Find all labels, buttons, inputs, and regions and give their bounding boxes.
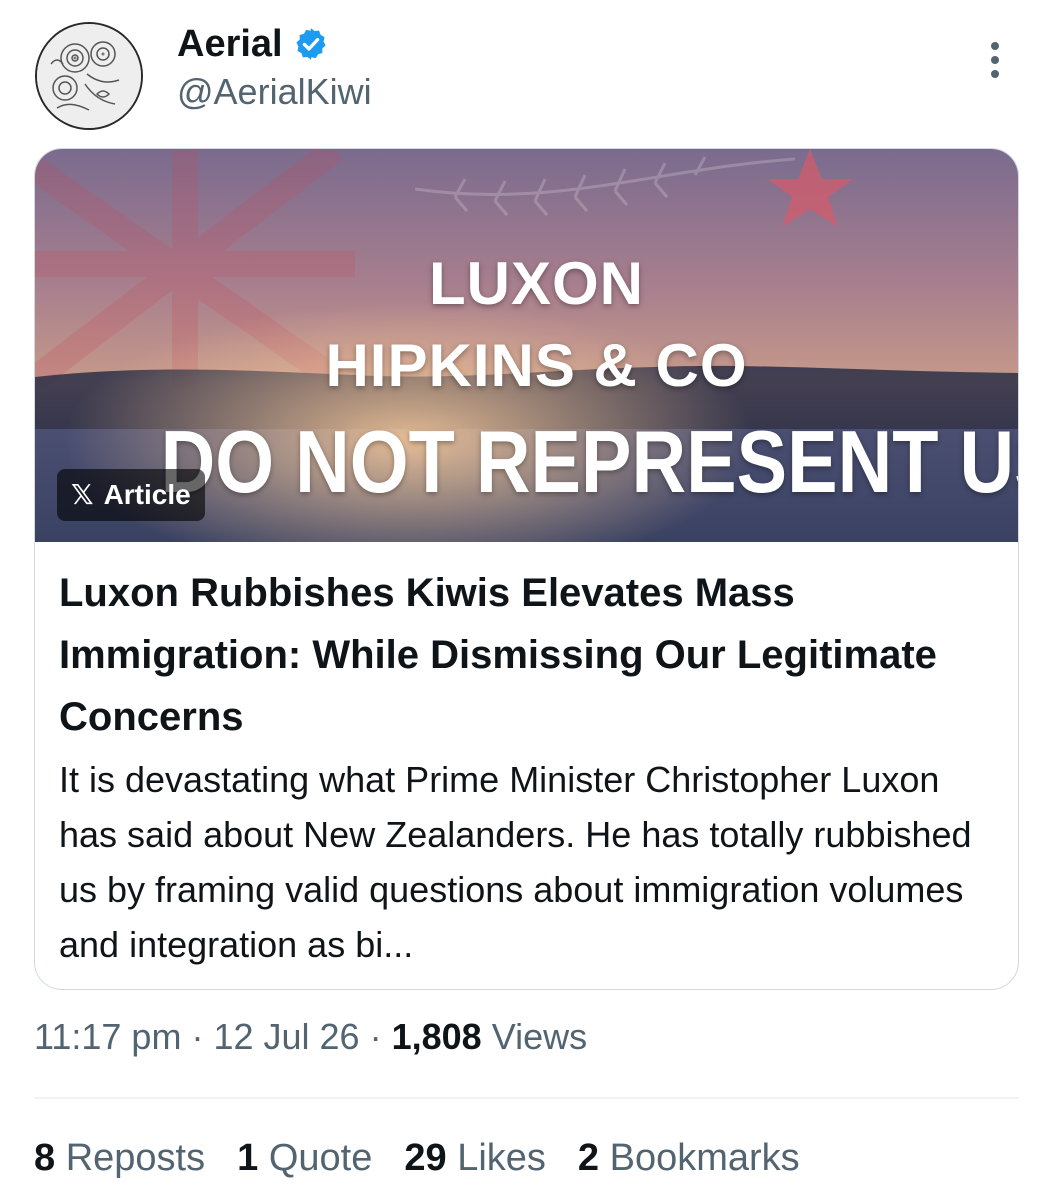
tweet-time[interactable]: 11:17 pm — [34, 1016, 181, 1057]
divider — [34, 1097, 1019, 1099]
likes-count: 29 — [404, 1137, 447, 1179]
banner-headline-line1: LUXON — [429, 250, 644, 317]
article-badge-label: Article — [103, 479, 191, 510]
tweet-date[interactable]: 12 Jul 26 — [213, 1016, 359, 1057]
likes-label: Likes — [457, 1137, 546, 1179]
article-badge: 𝕏 Article — [57, 469, 205, 521]
article-title[interactable]: Luxon Rubbishes Kiwis Elevates Mass Immi… — [59, 562, 994, 748]
display-name[interactable]: Aerial — [177, 25, 283, 63]
quotes-count: 1 — [237, 1137, 259, 1179]
avatar[interactable] — [35, 22, 143, 130]
reposts-stat[interactable]: 8 Reposts — [34, 1137, 206, 1180]
article-snippet: It is devastating what Prime Minister Ch… — [59, 759, 972, 965]
views-count: 1,808 — [391, 1016, 482, 1057]
quotes-stat[interactable]: 1 Quote — [237, 1137, 373, 1180]
x-logo-icon: 𝕏 — [71, 479, 94, 510]
article-banner-image: LUXON HIPKINS & CO DO NOT REPRESENT US 𝕏… — [35, 149, 1018, 542]
likes-stat[interactable]: 29 Likes — [404, 1137, 546, 1180]
bookmarks-count: 2 — [577, 1137, 600, 1179]
tweet-meta: 11:17 pm · 12 Jul 26 · 1,808 Views — [34, 1017, 587, 1057]
reposts-count: 8 — [34, 1137, 56, 1179]
engagement-stats: 8 Reposts 1 Quote 29 Likes 2 Bookmarks — [34, 1137, 800, 1180]
verified-badge-icon[interactable] — [293, 26, 329, 62]
banner-headline-line2: HIPKINS & CO — [325, 332, 748, 399]
meta-separator: · — [191, 1016, 204, 1057]
reposts-label: Reposts — [65, 1137, 206, 1179]
bookmarks-stat[interactable]: 2 Bookmarks — [577, 1137, 800, 1180]
views-label: Views — [491, 1016, 588, 1057]
avatar-image — [37, 24, 141, 128]
author-name-row: Aerial — [177, 18, 329, 70]
bookmarks-label: Bookmarks — [609, 1137, 800, 1179]
article-card-body: Luxon Rubbishes Kiwis Elevates Mass Immi… — [35, 542, 1018, 972]
article-card[interactable]: LUXON HIPKINS & CO DO NOT REPRESENT US 𝕏… — [34, 148, 1019, 990]
author-handle[interactable]: @AerialKiwi — [177, 72, 372, 112]
banner-headline-line3: DO NOT REPRESENT US — [160, 412, 1018, 511]
quotes-label: Quote — [268, 1137, 373, 1179]
more-vertical-icon[interactable] — [980, 38, 1010, 86]
meta-separator: · — [369, 1016, 382, 1057]
